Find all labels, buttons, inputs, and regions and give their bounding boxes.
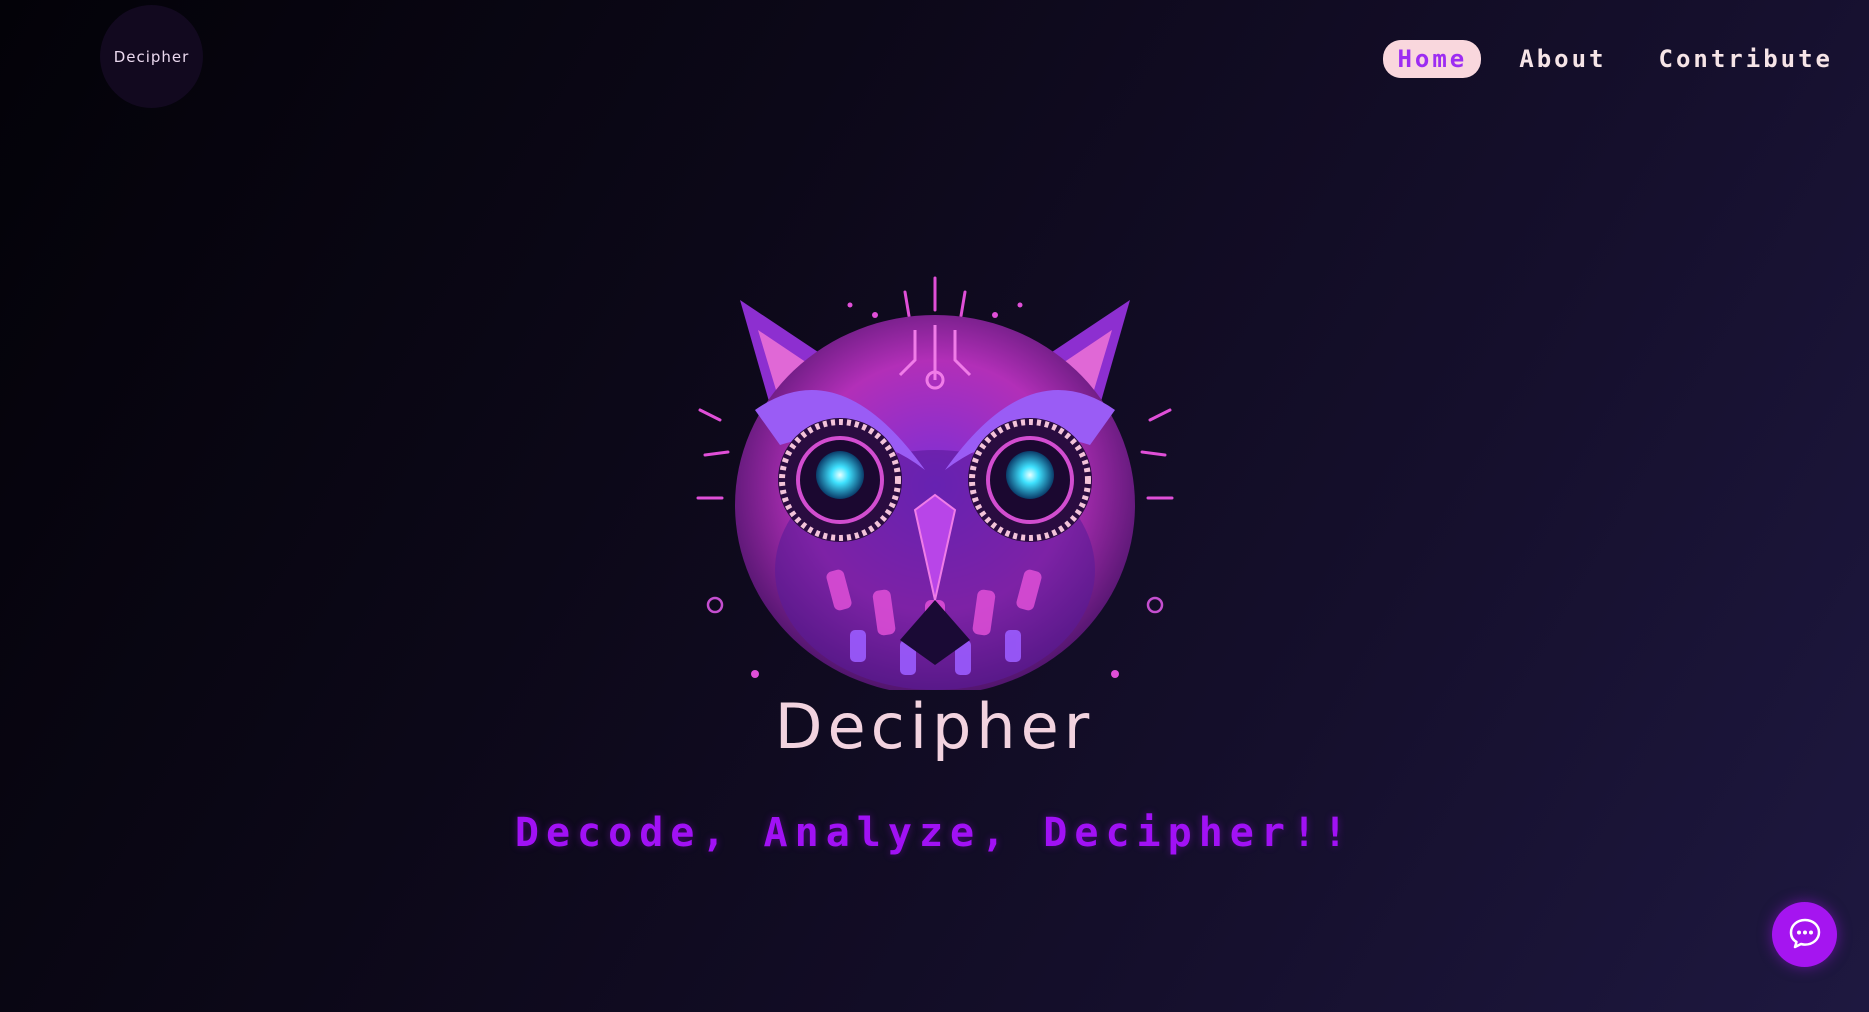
chat-bubble-icon xyxy=(1788,916,1822,954)
chat-button[interactable] xyxy=(1772,902,1837,967)
logo-label: Decipher xyxy=(113,47,190,66)
nav-home-link[interactable]: Home xyxy=(1383,40,1482,78)
brand-title: Decipher xyxy=(774,690,1095,763)
nav-about-link[interactable]: About xyxy=(1505,40,1620,78)
nav-contribute-link[interactable]: Contribute xyxy=(1645,40,1848,78)
tagline: Decode, Analyze, Decipher!! xyxy=(514,810,1355,856)
logo-badge[interactable]: Decipher xyxy=(100,5,203,108)
top-nav: Home About Contribute xyxy=(1383,40,1847,78)
